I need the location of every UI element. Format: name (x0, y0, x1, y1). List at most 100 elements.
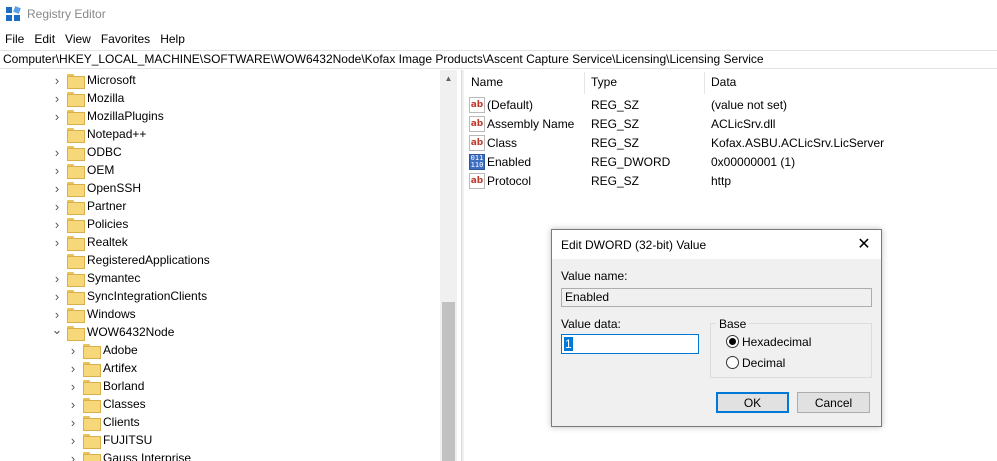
chevron-right-icon[interactable]: › (68, 413, 78, 431)
folder-icon (67, 307, 85, 323)
value-name-label: Value name: (561, 269, 628, 283)
chevron-right-icon[interactable]: › (68, 341, 78, 359)
address-bar[interactable]: Computer\HKEY_LOCAL_MACHINE\SOFTWARE\WOW… (0, 50, 997, 69)
dialog-title-bar: Edit DWORD (32-bit) Value ✕ (552, 230, 881, 259)
chevron-right-icon[interactable]: › (52, 143, 62, 161)
value-name: Class (487, 136, 518, 150)
chevron-right-icon[interactable]: › (68, 359, 78, 377)
value-name: Protocol (487, 174, 532, 188)
tree-item[interactable]: › Windows (52, 305, 136, 323)
column-divider[interactable] (704, 72, 705, 94)
value-type: REG_SZ (591, 117, 640, 131)
tree-item[interactable]: › Symantec (52, 269, 140, 287)
tree-item[interactable]: › ODBC (52, 143, 122, 161)
folder-icon (67, 289, 85, 305)
cancel-button[interactable]: Cancel (797, 392, 870, 413)
tree-item[interactable]: › SyncIntegrationClients (52, 287, 207, 305)
tree-item[interactable]: › Classes (68, 395, 146, 413)
chevron-right-icon[interactable]: › (52, 269, 62, 287)
folder-icon (67, 109, 85, 125)
ok-button[interactable]: OK (716, 392, 789, 413)
column-header-type[interactable]: Type (591, 75, 617, 89)
tree-item[interactable]: Notepad++ (52, 125, 146, 143)
tree-item[interactable]: › MozillaPlugins (52, 107, 164, 125)
tree-item-label: SyncIntegrationClients (87, 289, 208, 303)
tree-item[interactable]: › FUJITSU (68, 431, 152, 449)
tree-item-label: Windows (87, 307, 136, 321)
chevron-right-icon[interactable]: › (52, 71, 62, 89)
tree-item[interactable]: › Realtek (52, 233, 128, 251)
menu-edit[interactable]: Edit (29, 29, 60, 49)
chevron-right-icon[interactable]: › (52, 197, 62, 215)
value-data-input[interactable]: 1 (561, 334, 699, 354)
tree-item[interactable]: › Gauss Interprise (68, 449, 191, 461)
tree-item-label: Microsoft (87, 73, 136, 87)
tree-item[interactable]: › Policies (52, 215, 128, 233)
tree-item-label: Notepad++ (87, 127, 147, 141)
tree-item-label: Mozilla (87, 91, 125, 105)
value-data-label: Value data: (561, 317, 621, 331)
chevron-right-icon[interactable]: › (52, 89, 62, 107)
value-name: Enabled (487, 155, 532, 169)
value-data: 0x00000001 (1) (711, 155, 796, 169)
chevron-right-icon[interactable]: › (68, 449, 78, 461)
chevron-right-icon[interactable]: › (52, 215, 62, 233)
menu-file[interactable]: File (0, 29, 29, 49)
value-row[interactable]: ab (Default) REG_SZ (value not set) (464, 95, 997, 114)
tree-item-label: Artifex (103, 361, 138, 375)
chevron-right-icon[interactable]: › (52, 233, 62, 251)
value-row[interactable]: ab Protocol REG_SZ http (464, 171, 997, 190)
scrollbar-thumb[interactable] (442, 302, 455, 461)
value-data-text: 1 (564, 337, 573, 351)
string-value-icon: ab (469, 97, 485, 113)
tree-item[interactable]: › Mozilla (52, 89, 124, 107)
base-group-label: Base (716, 317, 750, 331)
menu-view[interactable]: View (60, 29, 96, 49)
tree-item-label: MozillaPlugins (87, 109, 164, 123)
column-header-name[interactable]: Name (471, 75, 503, 89)
tree-item-label: Clients (103, 415, 140, 429)
chevron-right-icon[interactable]: › (68, 377, 78, 395)
hexadecimal-radio[interactable] (726, 335, 739, 348)
tree-item-label: Gauss Interprise (103, 451, 192, 461)
menu-help[interactable]: Help (155, 29, 190, 49)
tree-item[interactable]: › OpenSSH (52, 179, 141, 197)
tree-item[interactable]: › OEM (52, 161, 114, 179)
close-icon[interactable]: ✕ (852, 233, 876, 255)
chevron-right-icon[interactable]: › (52, 287, 62, 305)
folder-icon (67, 199, 85, 215)
hexadecimal-label[interactable]: Hexadecimal (742, 335, 811, 349)
chevron-right-icon[interactable]: › (52, 179, 62, 197)
tree-item[interactable]: › Adobe (68, 341, 138, 359)
folder-icon (83, 433, 101, 449)
tree-item[interactable]: › Partner (52, 197, 126, 215)
tree-item[interactable]: › Microsoft (52, 71, 136, 89)
tree-item-label: Classes (103, 397, 146, 411)
chevron-right-icon[interactable]: › (52, 107, 62, 125)
tree-item[interactable]: › Artifex (68, 359, 137, 377)
tree-item[interactable]: › Clients (68, 413, 140, 431)
chevron-right-icon[interactable]: › (52, 161, 62, 179)
column-header-data[interactable]: Data (711, 75, 736, 89)
decimal-radio[interactable] (726, 356, 739, 369)
value-row[interactable]: ab Assembly Name REG_SZ ACLicSrv.dll (464, 114, 997, 133)
tree-item[interactable]: RegisteredApplications (52, 251, 210, 269)
value-data: (value not set) (711, 98, 788, 112)
tree-item[interactable]: ⌄ WOW6432Node (52, 321, 174, 341)
chevron-down-icon[interactable]: ⌄ (52, 321, 63, 339)
chevron-right-icon[interactable]: › (68, 395, 78, 413)
value-row[interactable]: ab Class REG_SZ Kofax.ASBU.ACLicSrv.LicServ… (464, 133, 997, 152)
value-name: (Default) (487, 98, 534, 112)
scroll-up-arrow-icon[interactable]: ▲ (440, 70, 457, 87)
menu-favorites[interactable]: Favorites (96, 29, 155, 49)
value-data: http (711, 174, 732, 188)
chevron-right-icon[interactable]: › (68, 431, 78, 449)
tree-item[interactable]: › Borland (68, 377, 144, 395)
tree-vertical-scrollbar[interactable]: ▲ (440, 70, 457, 461)
radio-selected-dot (729, 338, 736, 345)
decimal-label[interactable]: Decimal (742, 356, 785, 370)
value-row[interactable]: 011 110 Enabled REG_DWORD 0x00000001 (1) (464, 152, 997, 171)
string-value-icon: ab (469, 173, 485, 189)
column-divider[interactable] (584, 72, 585, 94)
